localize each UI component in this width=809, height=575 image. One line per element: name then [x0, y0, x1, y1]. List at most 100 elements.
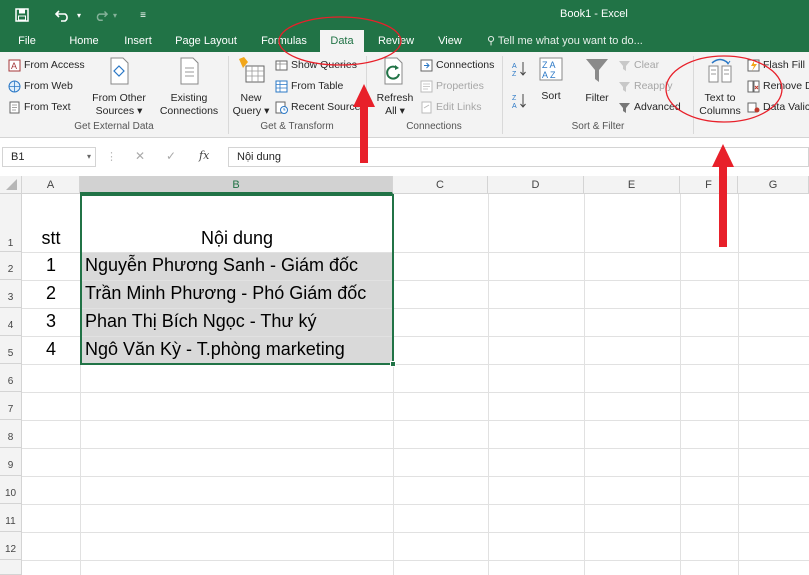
- row-header-5[interactable]: 5: [0, 336, 22, 364]
- sort-ascending-icon: AZ: [512, 62, 526, 78]
- row-header-13[interactable]: [0, 560, 22, 575]
- advanced-filter-icon: [619, 102, 630, 113]
- column-header-c[interactable]: C: [393, 176, 488, 194]
- row-header-3[interactable]: 3: [0, 280, 22, 308]
- tab-page-layout[interactable]: Page Layout: [170, 30, 242, 52]
- cell-b5[interactable]: Ngô Văn Kỳ - T.phòng marketing: [81, 337, 393, 364]
- svg-text:Z: Z: [512, 71, 517, 78]
- svg-text:A: A: [512, 63, 517, 70]
- chevron-down-icon: ▾: [264, 105, 270, 117]
- enter-icon[interactable]: ✓: [166, 149, 176, 163]
- properties-icon: [420, 80, 433, 92]
- edit-links-button[interactable]: Edit Links: [420, 98, 482, 116]
- window-title: Book1 - Excel: [560, 8, 628, 20]
- gridline: [22, 448, 809, 449]
- column-header-d[interactable]: D: [488, 176, 584, 194]
- from-text-button[interactable]: From Text: [8, 98, 70, 116]
- refresh-icon: [384, 57, 403, 85]
- tab-insert[interactable]: Insert: [116, 30, 160, 52]
- column-header-a[interactable]: A: [22, 176, 80, 194]
- advanced-filter-button[interactable]: Advanced: [618, 98, 681, 116]
- row-header-1[interactable]: 1: [0, 194, 22, 252]
- row-header-7[interactable]: 7: [0, 392, 22, 420]
- redo-icon[interactable]: [93, 5, 109, 25]
- existing-connections-button[interactable]: Existing Connections: [156, 56, 222, 118]
- chevron-down-icon: ▾: [399, 105, 405, 117]
- new-query-button[interactable]: New Query ▾: [231, 56, 271, 118]
- formula-input[interactable]: Nội dung: [228, 147, 809, 167]
- flash-fill-button[interactable]: Flash Fill: [747, 56, 805, 74]
- text-to-columns-button[interactable]: Text to Columns: [697, 56, 743, 118]
- data-validation-button[interactable]: Data Valic: [747, 98, 809, 116]
- name-box[interactable]: B1 ▾: [2, 147, 96, 167]
- tab-home[interactable]: Home: [62, 30, 106, 52]
- fill-handle[interactable]: [390, 361, 396, 367]
- undo-icon[interactable]: [52, 5, 74, 25]
- data-validation-icon: [747, 102, 760, 112]
- column-header-b[interactable]: B: [80, 176, 393, 194]
- customize-qat-icon[interactable]: ≡: [136, 5, 150, 25]
- tab-view[interactable]: View: [428, 30, 472, 52]
- cell-b4[interactable]: Phan Thị Bích Ngọc - Thư ký: [81, 309, 393, 336]
- column-header-g[interactable]: G: [738, 176, 809, 194]
- sort-button[interactable]: Z AA Z Sort: [536, 56, 566, 103]
- select-all-button[interactable]: [0, 176, 22, 194]
- connections-button[interactable]: Connections: [420, 56, 494, 74]
- table-icon: [275, 80, 288, 92]
- chevron-down-icon[interactable]: ▾: [87, 148, 91, 166]
- cell-a2[interactable]: 1: [22, 255, 80, 276]
- connections-label: Connections: [436, 59, 495, 71]
- row-header-10[interactable]: 10: [0, 476, 22, 504]
- worksheet-grid[interactable]: A B C D E F G 1 2 3 4 5 6 7 8 9 10 11 12…: [0, 176, 809, 575]
- row-header-8[interactable]: 8: [0, 420, 22, 448]
- ribbon-tabs: File Home Insert Page Layout Formulas Da…: [0, 30, 809, 52]
- text-to-l1: Text to: [704, 92, 736, 104]
- recent-sources-button[interactable]: Recent Sources: [275, 98, 366, 116]
- row-header-4[interactable]: 4: [0, 308, 22, 336]
- cell-b3[interactable]: Trần Minh Phương - Phó Giám đốc: [81, 281, 393, 308]
- from-table-button[interactable]: From Table: [275, 77, 343, 95]
- refresh-all-button[interactable]: Refresh All ▾: [374, 56, 416, 118]
- clear-filter-button[interactable]: Clear: [618, 56, 659, 74]
- more-icon: ⋮: [106, 151, 117, 163]
- group-separator: [693, 56, 694, 134]
- cell-b2[interactable]: Nguyễn Phương Sanh - Giám đốc: [81, 253, 393, 280]
- cell-b1[interactable]: Nội dung: [81, 228, 393, 249]
- from-access-button[interactable]: A From Access: [8, 56, 85, 74]
- tell-me-box[interactable]: ⚲ Tell me what you want to do...: [487, 30, 643, 52]
- reapply-button[interactable]: Reapply: [618, 77, 673, 95]
- sort-za-button[interactable]: ZA: [512, 92, 534, 110]
- filter-button[interactable]: Filter: [580, 56, 614, 105]
- cell-a4[interactable]: 3: [22, 311, 80, 332]
- undo-dropdown-icon[interactable]: ▾: [74, 5, 84, 25]
- tab-file[interactable]: File: [10, 30, 44, 52]
- row-header-11[interactable]: 11: [0, 504, 22, 532]
- sort-az-button[interactable]: AZ: [512, 60, 534, 78]
- cancel-icon[interactable]: ✕: [135, 149, 145, 163]
- row-header-9[interactable]: 9: [0, 448, 22, 476]
- gridline: [22, 560, 809, 561]
- column-header-e[interactable]: E: [584, 176, 680, 194]
- row-header-12[interactable]: 12: [0, 532, 22, 560]
- title-bar: ▾ ▾ ≡ Book1 - Excel: [0, 0, 809, 30]
- from-other-sources-button[interactable]: From Other Sources ▾: [88, 56, 150, 118]
- svg-text:A Z: A Z: [542, 70, 556, 80]
- cell-a1[interactable]: stt: [22, 228, 80, 249]
- row-header-2[interactable]: 2: [0, 252, 22, 280]
- remove-duplicates-button[interactable]: Remove D: [747, 77, 809, 95]
- cell-a5[interactable]: 4: [22, 339, 80, 360]
- insert-function-icon[interactable]: fx: [199, 149, 209, 162]
- lightbulb-icon: ⚲: [487, 35, 496, 47]
- from-web-button[interactable]: From Web: [8, 77, 73, 95]
- redo-dropdown-icon[interactable]: ▾: [110, 5, 120, 25]
- tab-review[interactable]: Review: [374, 30, 418, 52]
- reapply-icon: [619, 81, 630, 92]
- show-queries-button[interactable]: Show Queries: [275, 56, 357, 74]
- row-header-6[interactable]: 6: [0, 364, 22, 392]
- tab-data[interactable]: Data: [320, 30, 364, 52]
- column-header-f[interactable]: F: [680, 176, 738, 194]
- cell-a3[interactable]: 2: [22, 283, 80, 304]
- tab-formulas[interactable]: Formulas: [254, 30, 314, 52]
- properties-button[interactable]: Properties: [420, 77, 484, 95]
- save-icon[interactable]: [12, 5, 32, 25]
